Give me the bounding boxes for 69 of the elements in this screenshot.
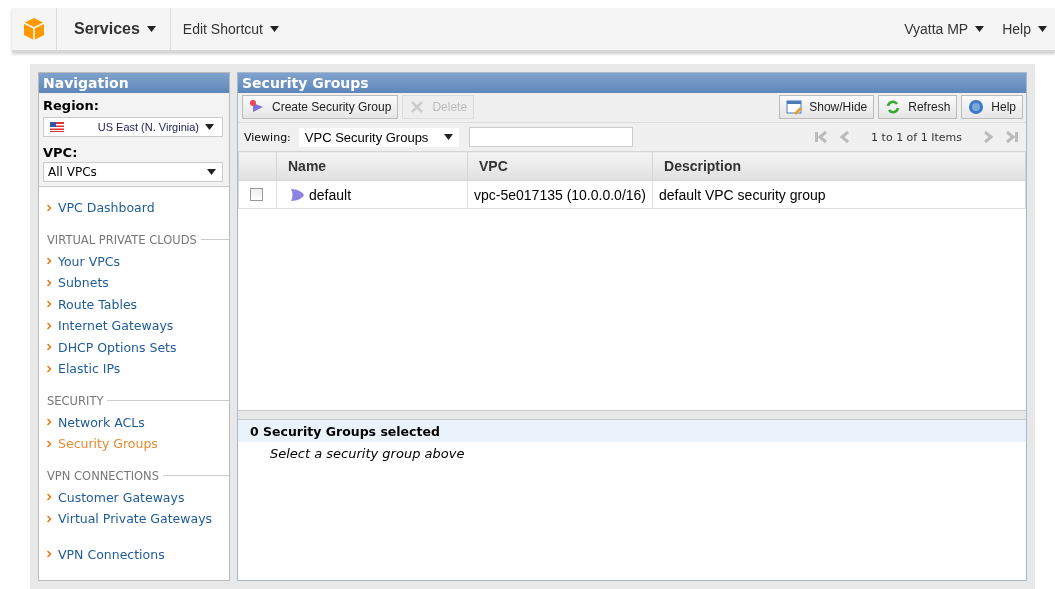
caret-icon [443,134,453,140]
nav-link[interactable]: Network ACLs [58,414,145,430]
cube-icon [23,17,45,41]
nav-link[interactable]: VPN Connections [58,546,165,562]
chevron-icon [47,514,52,523]
section-heading: SECURITY [47,393,104,408]
chevron-icon [47,257,52,266]
nav-link[interactable]: Internet Gateways [58,318,174,334]
field-label: VPC: [43,145,79,160]
section-heading: VIRTUAL PRIVATE CLOUDS [47,232,197,247]
toolbar-button[interactable]: Refresh [878,95,958,119]
nav-link[interactable]: Subnets [58,275,109,291]
menu-button[interactable]: Edit Shortcut [170,8,291,50]
caret-icon [146,26,156,32]
menu-button[interactable]: Help [992,8,1055,50]
help-icon [968,99,985,115]
first-page-icon [813,130,830,144]
table-cell: default [309,187,352,204]
pager-text: 1 to 1 of 1 Items [871,130,962,144]
toolbar-button[interactable]: Show/Hide [779,95,875,119]
detail-title: 0 Security Groups selected [238,420,1026,442]
chevron-icon [47,300,52,309]
section-heading: VPN CONNECTIONS [47,468,159,483]
nav-link[interactable]: Customer Gateways [58,489,185,505]
caret-icon [270,26,279,32]
row-checkbox[interactable] [250,188,263,201]
chevron-icon [47,439,52,448]
chevron-icon [47,493,52,502]
chevron-icon [47,418,52,427]
field-label: Viewing: [244,130,291,144]
menu-button[interactable]: Services [57,8,171,50]
column-header[interactable]: Description [652,151,1026,181]
table-cell: vpc-5e017135 (10.0.0.0/16) [467,180,653,209]
detail-message: Select a security group above [269,445,466,463]
columns-icon [786,99,803,115]
chevron-icon [47,343,52,352]
view-dropdown[interactable]: VPC Security Groups [298,127,459,147]
flag-icon [50,122,64,132]
column-header[interactable]: Name [276,151,468,181]
caret-icon [207,169,216,175]
caret-icon [205,124,214,130]
chevron-icon [47,203,52,212]
cross-icon [409,99,426,115]
chevron-icon [47,550,52,559]
table-cell: default VPC security group [652,180,1026,209]
nav-link[interactable]: DHCP Options Sets [58,339,177,355]
panel-title: Security Groups [238,73,1026,93]
menu-button[interactable]: Vyatta MP [894,8,993,50]
field-label: Region: [43,98,100,113]
chevron-icon [47,278,52,287]
region-dropdown[interactable]: US East (N. Virginia) [43,117,223,137]
nav-link[interactable]: Elastic IPs [58,361,121,377]
toolbar-button[interactable]: Create Security Group [242,95,399,119]
column-header[interactable]: VPC [467,151,653,181]
toolbar-button[interactable]: Help [961,95,1023,119]
nav-link[interactable]: Virtual Private Gateways [58,511,213,527]
panel-title: Navigation [39,73,229,93]
chevron-icon [47,321,52,330]
nav-link[interactable]: Route Tables [58,296,138,312]
refresh-icon [885,99,902,115]
splitter-bar[interactable] [238,411,1026,419]
nav-link[interactable]: Your VPCs [58,253,120,269]
nav-link[interactable]: VPC Dashboard [58,200,155,216]
caret-icon [1038,26,1047,32]
filter-field[interactable] [468,127,633,147]
last-page-icon [1004,130,1020,144]
chevron-icon [47,364,52,373]
vpc-dropdown[interactable]: All VPCs [43,162,223,182]
caret-icon [975,26,985,32]
